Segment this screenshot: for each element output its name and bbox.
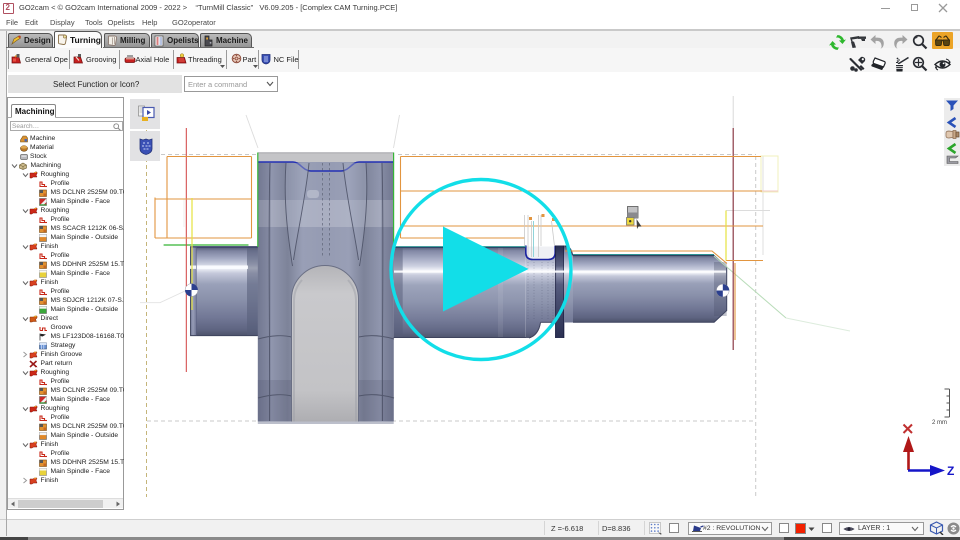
svg-text:2 mm: 2 mm <box>932 420 947 426</box>
svg-text:Z: Z <box>947 464 954 478</box>
